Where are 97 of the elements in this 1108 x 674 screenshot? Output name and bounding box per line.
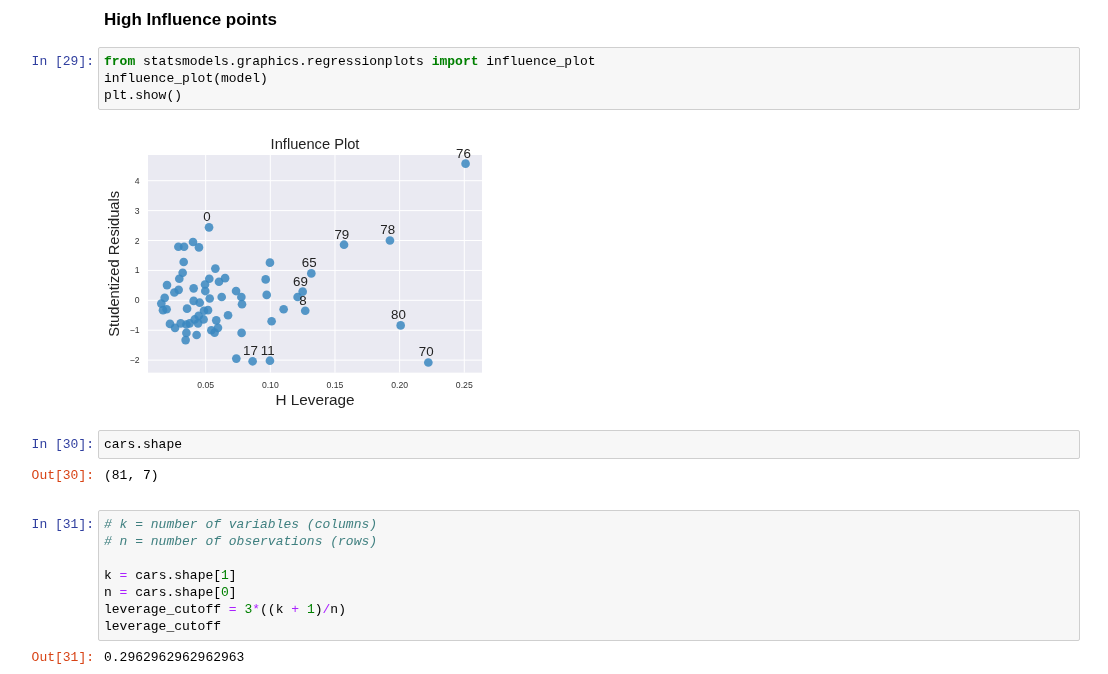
point-label: 80 bbox=[391, 307, 406, 323]
input-prompt: In [30]: bbox=[30, 436, 95, 453]
data-point bbox=[262, 290, 272, 300]
code-line: # n = number of observations (rows) bbox=[104, 533, 379, 550]
code-line: from statsmodels.graphics.regressionplots import influence_plot bbox=[104, 53, 597, 70]
data-point bbox=[237, 292, 246, 302]
data-point bbox=[217, 292, 227, 302]
code-line: cars.shape bbox=[104, 436, 183, 453]
code-line: n = cars.shape[0] bbox=[104, 584, 238, 601]
data-point bbox=[162, 304, 171, 314]
data-point bbox=[339, 240, 349, 250]
data-point bbox=[181, 335, 190, 345]
data-point bbox=[189, 284, 198, 293]
data-point bbox=[279, 304, 288, 314]
tick-label: −1 bbox=[129, 325, 140, 336]
data-point bbox=[195, 298, 205, 308]
tick-label: 0 bbox=[134, 295, 140, 306]
data-point bbox=[300, 306, 310, 316]
data-point bbox=[211, 316, 221, 325]
tick-label: −2 bbox=[129, 355, 140, 366]
input-prompt: In [31]: bbox=[30, 516, 95, 533]
data-point bbox=[424, 358, 433, 367]
tick-label: 2 bbox=[134, 235, 140, 246]
data-point bbox=[265, 356, 275, 366]
data-point bbox=[293, 292, 302, 302]
data-point bbox=[179, 257, 188, 267]
code-line: # k = number of variables (columns) bbox=[104, 516, 379, 533]
tick-label: 3 bbox=[134, 205, 140, 216]
tick-label: 0.15 bbox=[326, 379, 344, 390]
tick-label: 0.20 bbox=[391, 379, 409, 390]
code-cell[interactable]: # k = number of variables (columns) # n = number of observations (rows) k = cars.shape[1] n = cars.shape[0] leverage_cutoff = 3*((k + 1)/n) leverage_cutoff bbox=[98, 510, 1080, 641]
output-prompt: Out[31]: bbox=[30, 649, 95, 666]
input-prompt: In [29]: bbox=[30, 53, 95, 70]
data-point bbox=[182, 304, 192, 313]
data-point bbox=[237, 328, 246, 338]
code-line: leverage_cutoff bbox=[104, 618, 223, 635]
data-point bbox=[214, 277, 224, 287]
data-point bbox=[200, 286, 210, 296]
data-point bbox=[185, 319, 194, 328]
point-label: 65 bbox=[301, 255, 317, 271]
data-point bbox=[157, 299, 166, 308]
axis-label: Studentized Residuals bbox=[105, 190, 122, 337]
data-point bbox=[211, 264, 220, 273]
point-label: 78 bbox=[380, 222, 396, 238]
data-point bbox=[237, 299, 247, 309]
data-point bbox=[162, 280, 172, 290]
point-label: 76 bbox=[456, 145, 471, 161]
output-text: 0.2962962962962963 bbox=[103, 649, 245, 666]
code-cell[interactable]: cars.shape bbox=[98, 430, 1080, 459]
data-point bbox=[232, 354, 241, 363]
point-label: 8 bbox=[299, 292, 307, 308]
code-line: k = cars.shape[1] bbox=[104, 567, 238, 584]
data-point bbox=[174, 274, 184, 284]
code-line: influence_plot(model) bbox=[104, 70, 269, 87]
data-point bbox=[194, 243, 204, 252]
data-point bbox=[199, 315, 208, 324]
tick-label: 0.25 bbox=[455, 379, 473, 390]
data-point bbox=[385, 236, 395, 245]
data-point bbox=[223, 310, 233, 320]
data-point bbox=[192, 330, 201, 340]
data-point bbox=[210, 328, 219, 337]
data-point bbox=[396, 321, 405, 330]
point-label: 11 bbox=[260, 342, 275, 358]
data-point bbox=[204, 223, 214, 232]
point-label: 70 bbox=[418, 344, 434, 360]
code-line: leverage_cutoff = 3*((k + 1)/n) bbox=[104, 601, 347, 618]
data-point bbox=[182, 328, 191, 338]
data-point bbox=[203, 305, 213, 315]
data-point bbox=[265, 258, 275, 267]
tick-label: 1 bbox=[134, 265, 140, 276]
point-label: 17 bbox=[243, 343, 258, 359]
data-point bbox=[170, 288, 179, 297]
section-heading: High Influence points bbox=[104, 9, 278, 31]
code-line: plt.show() bbox=[104, 87, 183, 104]
data-point bbox=[193, 319, 203, 328]
data-point bbox=[248, 356, 257, 366]
data-point bbox=[298, 287, 307, 296]
tick-label: 0.10 bbox=[261, 379, 279, 390]
tick-label: 0.05 bbox=[197, 379, 215, 390]
data-point bbox=[267, 316, 276, 326]
point-label: 69 bbox=[293, 273, 308, 289]
data-point bbox=[307, 269, 316, 278]
output-text: (81, 7) bbox=[103, 467, 159, 484]
data-point bbox=[461, 159, 470, 168]
data-point bbox=[205, 294, 214, 303]
data-point bbox=[200, 280, 210, 289]
data-point bbox=[188, 237, 198, 247]
output-prompt: Out[30]: bbox=[30, 467, 95, 484]
data-point bbox=[179, 242, 189, 252]
point-label: 0 bbox=[203, 209, 211, 225]
data-point bbox=[231, 286, 241, 296]
axis-label: H Leverage bbox=[275, 391, 355, 409]
tick-label: 4 bbox=[134, 175, 140, 186]
chart-title: Influence Plot bbox=[270, 136, 360, 153]
data-point bbox=[261, 275, 270, 284]
code-cell[interactable]: from statsmodels.graphics.regressionplots import influence_plot influence_plot(model) plt.show() bbox=[98, 47, 1080, 110]
point-label: 79 bbox=[334, 226, 350, 242]
